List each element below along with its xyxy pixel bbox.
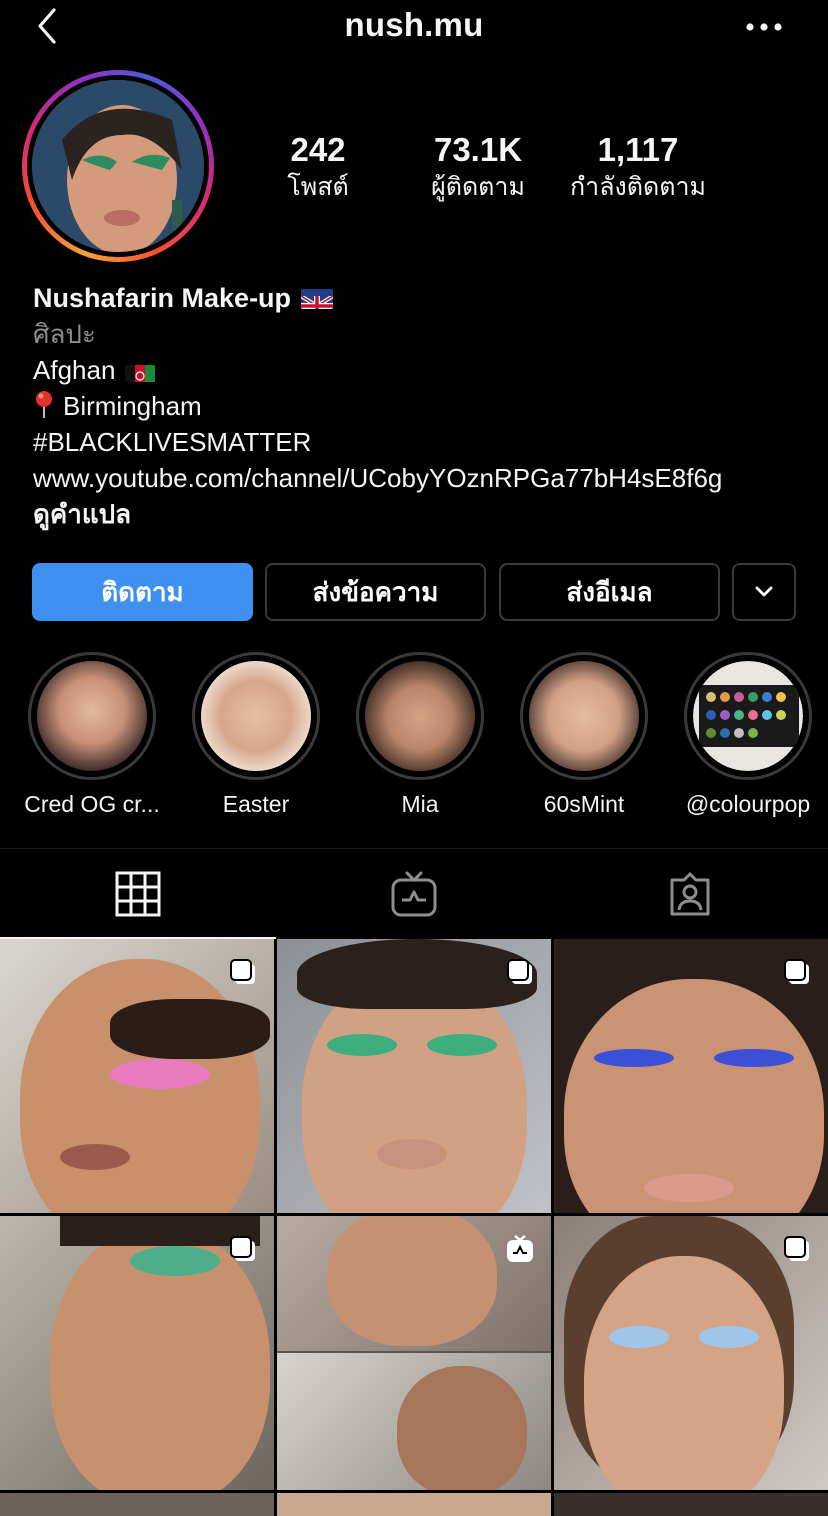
tagged-icon [670,872,710,916]
following-count: 1,117 [597,131,679,168]
post-thumbnail[interactable] [277,939,551,1213]
followers-stat[interactable]: 73.1K ผู้ติดตาม [393,128,563,202]
profile-link[interactable]: www.youtube.com/channel/UCobyYOznRPGa77b… [33,460,813,496]
post-thumbnail[interactable] [277,1493,551,1516]
profile-display-name: Nushafarin Make-up [33,283,292,313]
posts-stat[interactable]: 242 โพสต์ [233,128,403,202]
profile-tabs [0,848,828,939]
bio-line: Afghan [33,355,116,385]
posts-grid [0,939,828,1516]
highlight-item[interactable]: 60sMint [504,652,664,818]
post-thumbnail[interactable] [0,1493,274,1516]
post-thumbnail[interactable] [554,939,828,1213]
highlight-item[interactable]: Easter [176,652,336,818]
post-thumbnail[interactable] [554,1216,828,1490]
carousel-icon [230,1236,255,1261]
following-stat[interactable]: 1,117 กำลังติดตาม [553,128,723,202]
highlight-label: Mia [401,791,439,817]
suggested-accounts-button[interactable] [732,563,796,621]
highlight-cover [201,661,311,771]
tab-posts-grid[interactable] [0,849,276,939]
tab-igtv[interactable] [276,849,552,939]
highlight-item[interactable]: Cred OG cr... [12,652,172,818]
tab-tagged[interactable] [552,849,828,939]
posts-count: 242 [290,131,346,168]
carousel-icon [230,959,255,984]
posts-label: โพสต์ [287,173,349,201]
highlight-item[interactable]: Mia [340,652,500,818]
chevron-down-icon [755,586,773,597]
post-thumbnail[interactable] [0,939,274,1213]
profile-stats: 242 โพสต์ 73.1K ผู้ติดตาม 1,117 กำลังติด… [238,128,738,208]
igtv-icon [391,871,437,917]
highlight-cover [693,661,803,771]
highlight-label: 60sMint [543,791,625,817]
carousel-icon [784,1236,809,1261]
uk-flag-icon [301,289,334,309]
followers-count: 73.1K [433,131,523,168]
following-label: กำลังติดตาม [570,173,706,201]
afghanistan-flag-icon [125,360,156,382]
profile-category: ศิลปะ [33,319,96,349]
highlight-cover [529,661,639,771]
highlight-item[interactable]: @colourpop [668,652,828,818]
more-horizontal-icon[interactable] [740,18,788,38]
email-button[interactable]: ส่งอีเมล [499,563,720,621]
grid-icon [115,871,161,917]
highlight-cover [37,661,147,771]
post-thumbnail[interactable] [0,1216,274,1490]
profile-bio: Nushafarin Make-up ศิลปะ Afghan Birmingh… [33,280,813,532]
round-pushpin-icon [33,390,55,420]
see-translation-link[interactable]: ดูคำแปล [33,496,813,532]
carousel-icon [507,959,532,984]
follow-button[interactable]: ติดตาม [32,563,253,621]
avatar [32,80,204,252]
highlight-label: Easter [222,791,290,817]
highlight-label: Cred OG cr... [24,791,160,817]
followers-label: ผู้ติดตาม [431,173,525,201]
post-thumbnail[interactable] [277,1216,551,1490]
top-bar: nush.mu [0,0,828,56]
post-thumbnail[interactable] [554,1493,828,1516]
message-button[interactable]: ส่งข้อความ [265,563,486,621]
highlight-label: @colourpop [685,791,811,817]
highlight-cover [365,661,475,771]
bio-line: Birmingham [63,391,202,421]
story-highlights: Cred OG cr... Easter Mia 60sMint @colour… [0,652,828,822]
bio-line: #BLACKLIVESMATTER [33,427,312,457]
profile-actions: ติดตาม ส่งข้อความ ส่งอีเมล [32,563,796,621]
avatar-story-ring[interactable] [22,70,214,262]
igtv-icon [507,1235,533,1262]
profile-username: nush.mu [344,6,484,43]
carousel-icon [784,959,809,984]
